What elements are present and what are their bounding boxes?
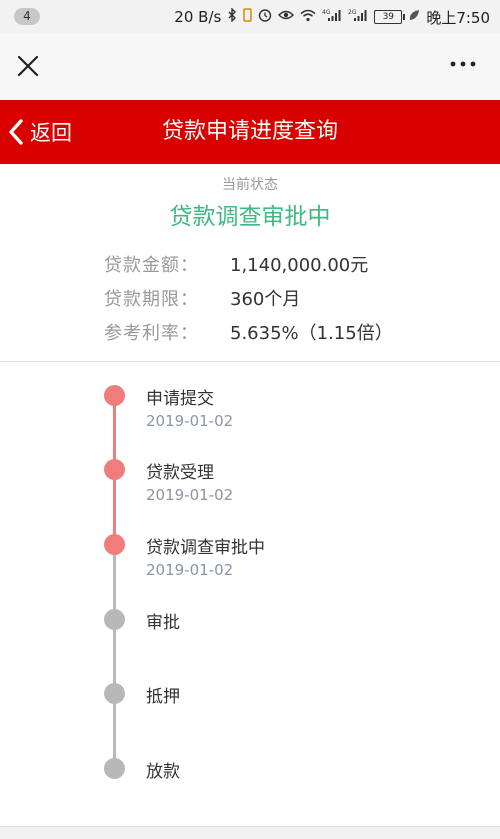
more-button[interactable] [448, 54, 478, 74]
info-row-term: 贷款期限： 360个月 [104, 283, 300, 313]
back-button[interactable]: 返回 [8, 112, 72, 152]
svg-text:2G: 2G [348, 9, 357, 16]
timeline-step-title: 贷款调查审批中 [146, 538, 265, 558]
timeline-step-title: 放款 [146, 762, 180, 782]
info-row-amount: 贷款金额： 1,140,000.00元 [104, 249, 368, 279]
clock: 晚上7:50 [426, 8, 490, 27]
status-section: 当前状态 贷款调查审批中 贷款金额： 1,140,000.00元 贷款期限： 3… [0, 164, 500, 360]
close-icon [17, 55, 39, 77]
alarm-icon [258, 8, 272, 26]
svg-text:4G: 4G [322, 9, 331, 16]
timeline-step-title: 审批 [146, 613, 180, 633]
info-label: 贷款期限： [104, 289, 199, 310]
info-label: 贷款金额： [104, 255, 199, 276]
timeline-dot [104, 683, 125, 704]
eye-icon [278, 9, 295, 25]
info-value: 5.635%（1.15倍） [230, 323, 393, 344]
info-row-rate: 参考利率： 5.635%（1.15倍） [104, 317, 393, 347]
info-value: 360个月 [230, 289, 301, 310]
back-label: 返回 [30, 121, 72, 145]
timeline-step-date: 2019-01-02 [146, 486, 234, 504]
wifi-icon [300, 9, 316, 26]
timeline-dot [104, 758, 125, 779]
timeline-step-date: 2019-01-02 [146, 561, 234, 579]
bluetooth-icon [227, 7, 237, 26]
status-caption: 当前状态 [222, 177, 278, 193]
status-bar: 4 20 B/s 4G 2G 39 晚上7:50 [0, 0, 500, 34]
timeline-dot [104, 459, 125, 480]
page-header: 贷款申请进度查询 返回 [0, 100, 500, 164]
timeline-step-title: 申请提交 [146, 389, 214, 409]
webview-topbar [0, 34, 500, 100]
page-title: 贷款申请进度查询 [161, 119, 338, 144]
timeline-dot [104, 534, 125, 555]
status-indicators: 20 B/s 4G 2G 39 晚上7:50 [174, 0, 490, 34]
close-button[interactable] [14, 52, 42, 80]
leaf-icon [408, 9, 420, 26]
info-value: 1,140,000.00元 [230, 255, 369, 276]
notification-badge: 4 [14, 8, 40, 25]
timeline-dot [104, 609, 125, 630]
network-speed: 20 B/s [174, 8, 222, 26]
battery-icon: 39 [374, 10, 406, 24]
progress-timeline: 申请提交 2019-01-02 贷款受理 2019-01-02 贷款调查审批中 … [0, 362, 500, 828]
vibrate-icon [243, 8, 253, 26]
timeline-step-title: 抵押 [146, 687, 180, 707]
chevron-left-icon [9, 119, 23, 145]
timeline-step-date: 2019-01-02 [146, 412, 234, 430]
timeline-step-title: 贷款受理 [146, 463, 214, 483]
bottom-strip [0, 826, 500, 839]
status-value: 贷款调查审批中 [169, 204, 331, 230]
timeline-dot [104, 385, 125, 406]
more-icon [450, 61, 476, 67]
info-label: 参考利率： [104, 323, 199, 344]
signal-4g-icon: 4G [322, 8, 342, 26]
signal-2g-icon: 2G [348, 8, 368, 26]
